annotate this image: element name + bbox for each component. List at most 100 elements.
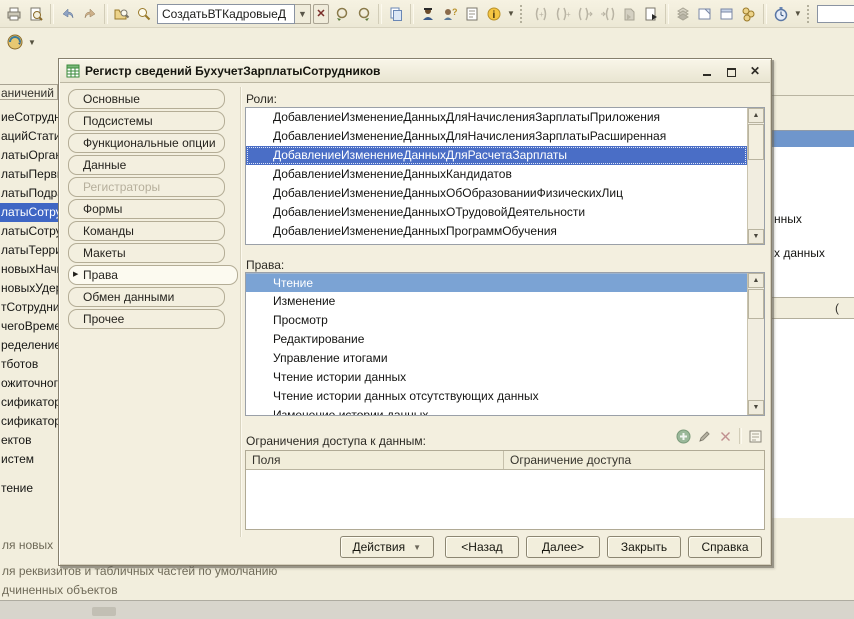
rights-scrollbar[interactable]: ▲ ▼ [747,273,764,415]
tab[interactable]: Прочее [68,309,225,329]
timer-dropdown-icon[interactable]: ▼ [794,9,802,18]
combo-clear-icon[interactable]: ✕ [313,3,329,24]
dialog-title: Регистр сведений БухучетЗарплатыСотрудни… [85,64,381,78]
background-config-tree: иеСотрудниацийСтатислатыОрганлатыПервила… [0,108,58,498]
role-item[interactable]: ДобавлениеИзменениеДанныхКандидатов [246,165,747,184]
scroll-thumb[interactable] [748,289,764,319]
tree-item[interactable]: ожиточного [0,374,58,393]
user-icon[interactable] [417,3,439,25]
tree-item[interactable]: сификатор [0,412,58,431]
right-item[interactable]: Чтение истории данных отсутствующих данн… [246,387,747,406]
combo-dropdown-icon[interactable]: ▼ [295,3,311,24]
right-item[interactable]: Просмотр [246,311,747,330]
help-button[interactable]: Справка [688,536,762,558]
tree-item[interactable]: ределение [0,336,58,355]
module-run-icon[interactable] [640,3,662,25]
tree-item[interactable]: тСотрудник [0,298,58,317]
add-icon[interactable] [676,429,691,444]
procedure-combobox-value[interactable]: СоздатьВТКадровыеД [157,3,295,24]
right-item[interactable]: Чтение [246,273,747,292]
tree-item[interactable]: истем [0,450,58,469]
tree-item[interactable]: латыПодра [0,184,58,203]
role-item[interactable]: ДобавлениеИзменениеДанныхДляРасчетаЗарпл… [246,146,747,165]
back-button[interactable]: <Назад [445,536,519,558]
role-item[interactable]: ДобавлениеИзменениеДанныхПрограммОбучени… [246,222,747,241]
tree-item[interactable]: ектов [0,431,58,450]
tab[interactable]: Обмен данными [68,287,225,307]
tree-item[interactable]: новыхУдерж [0,279,58,298]
role-item[interactable]: ДобавлениеИзменениеДанныхДляНачисленияЗа… [246,127,747,146]
find-in-tree-icon[interactable] [111,3,133,25]
right-item[interactable]: Чтение истории данных [246,368,747,387]
minimize-icon[interactable] [700,65,714,78]
tree-item[interactable]: чегоВреме [0,317,58,336]
tab[interactable]: Формы [68,199,225,219]
print-icon[interactable] [3,3,25,25]
template-icon[interactable] [748,429,763,444]
tree-item[interactable]: тботов [0,355,58,374]
close-button[interactable]: Закрыть [607,536,681,558]
info-dropdown-icon[interactable]: ▼ [507,9,515,18]
right-item[interactable]: Изменение истории данных [246,406,747,415]
maximize-icon[interactable] [724,65,738,78]
find-icon[interactable] [133,3,155,25]
dialog-titlebar[interactable]: Регистр сведений БухучетЗарплатыСотрудни… [60,60,770,83]
tab[interactable]: Макеты [68,243,225,263]
syntax-helper-icon[interactable]: ? [439,3,461,25]
tab[interactable]: Подсистемы [68,111,225,131]
tree-item[interactable]: тение [0,479,58,498]
quick-search-input[interactable] [816,4,854,23]
scroll-thumb[interactable] [748,124,764,160]
tab[interactable]: Регистраторы [68,177,225,197]
role-item[interactable]: ДобавлениеИзменениеДанныхДляНачисленияЗа… [246,108,747,127]
role-item[interactable]: ДобавлениеИзменениеДанныхОбОбразованииФи… [246,184,747,203]
right-item[interactable]: Управление итогами [246,349,747,368]
open-module-icon[interactable] [694,3,716,25]
tab[interactable]: Права [68,265,238,285]
actions-button[interactable]: Действия ▼ [339,536,434,558]
scroll-down-icon[interactable]: ▼ [748,229,764,244]
tree-item[interactable]: латыТерри [0,241,58,260]
edit-icon[interactable] [697,429,712,444]
timer-icon[interactable] [770,3,792,25]
web-service-icon[interactable] [4,31,26,53]
redo-icon[interactable] [79,3,101,25]
scroll-up-icon[interactable]: ▲ [748,108,764,123]
tree-item[interactable]: латыСотру [0,222,58,241]
search-forward-icon[interactable] [353,3,375,25]
tab[interactable]: Данные [68,155,225,175]
tree-item[interactable] [0,469,58,479]
right-item[interactable]: Редактирование [246,330,747,349]
column-header-fields[interactable]: Поля [246,451,504,469]
tree-item[interactable]: ацийСтатис [0,127,58,146]
tree-item[interactable]: латыПерви [0,165,58,184]
background-left-panel: аничений иеСотрудниацийСтатислатыОрганла… [0,82,58,602]
print-preview-icon[interactable] [25,3,47,25]
procedure-combobox[interactable]: СоздатьВТКадровыеД ▼ ✕ [157,3,329,24]
role-item[interactable]: ДобавлениеИзменениеДанныхОТрудовойДеятел… [246,203,747,222]
scroll-down-icon[interactable]: ▼ [748,400,764,415]
tree-item[interactable]: сификатор [0,393,58,412]
scroll-up-icon[interactable]: ▲ [748,273,764,288]
column-header-restriction[interactable]: Ограничение доступа [504,451,764,469]
tree-item[interactable]: новыхНачис [0,260,58,279]
tab[interactable]: Основные [68,89,225,109]
copy-icon[interactable] [385,3,407,25]
tab[interactable]: Команды [68,221,225,241]
tree-item[interactable]: латыСотру [0,203,58,222]
delete-icon[interactable] [718,429,733,444]
tree-item[interactable]: иеСотрудни [0,108,58,127]
open-form-icon[interactable] [716,3,738,25]
web-service-dropdown-icon[interactable]: ▼ [28,38,36,47]
info-icon[interactable]: i [483,3,505,25]
roles-scrollbar[interactable]: ▲ ▼ [747,108,764,244]
search-back-icon[interactable] [331,3,353,25]
right-item[interactable]: Изменение [246,292,747,311]
chain-icon[interactable] [738,3,760,25]
document-icon[interactable] [461,3,483,25]
undo-icon[interactable] [57,3,79,25]
tree-item[interactable]: латыОрган [0,146,58,165]
close-icon[interactable]: ✕ [748,64,762,78]
tab[interactable]: Функциональные опции [68,133,225,153]
next-button[interactable]: Далее> [526,536,600,558]
